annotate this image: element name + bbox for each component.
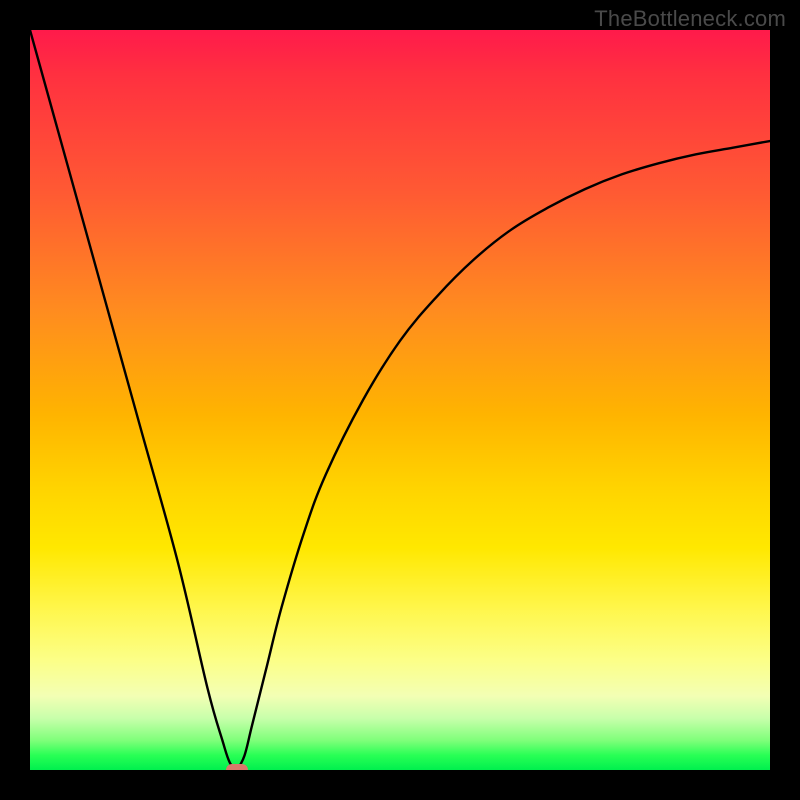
plot-area xyxy=(30,30,770,770)
right-branch-curve xyxy=(237,141,770,770)
sweet-spot-marker xyxy=(226,764,248,770)
chart-frame: TheBottleneck.com xyxy=(0,0,800,800)
left-branch-curve xyxy=(30,30,237,770)
curve-layer xyxy=(30,30,770,770)
watermark-text: TheBottleneck.com xyxy=(594,6,786,32)
